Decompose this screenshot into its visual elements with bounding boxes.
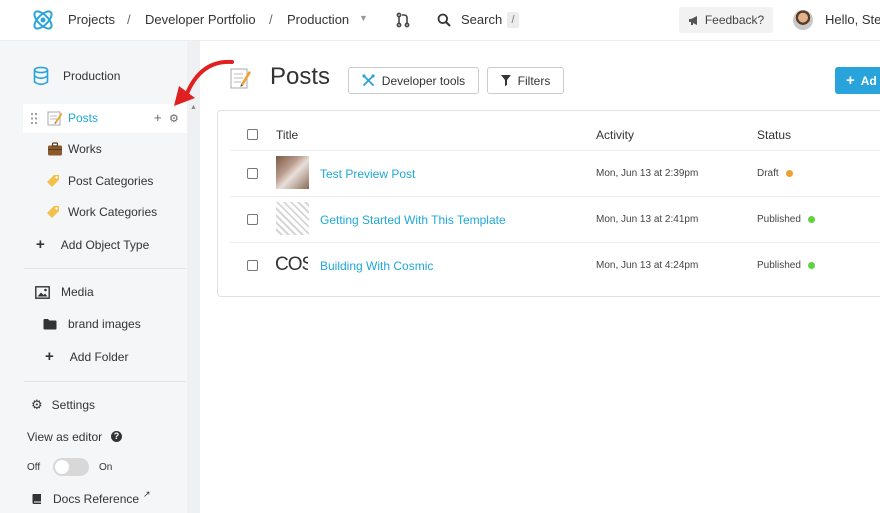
view-as-editor-text: View as editor	[27, 430, 103, 444]
sidebar-item-work-categories-label: Work Categories	[68, 205, 158, 219]
plus-icon: +	[36, 236, 45, 253]
column-header-status[interactable]: Status	[757, 128, 791, 142]
sidebar-item-work-categories[interactable]: Work Categories	[45, 204, 157, 220]
add-object-type-button[interactable]: + Add Object Type	[36, 236, 149, 253]
sidebar-divider	[24, 381, 186, 382]
toggle-on-label: On	[99, 462, 113, 473]
row-checkbox[interactable]	[247, 260, 258, 271]
post-thumbnail[interactable]	[276, 202, 309, 235]
post-title-link[interactable]: Building With Cosmic	[320, 259, 433, 273]
external-link-icon: ↗	[143, 488, 151, 499]
feedback-button[interactable]: Feedback?	[679, 7, 773, 33]
add-post-label: Ad	[860, 73, 877, 88]
sidebar-item-media-label: Media	[61, 285, 94, 299]
book-icon	[32, 494, 41, 504]
sidebar-bucket-label: Production	[63, 69, 121, 83]
sidebar-folder-label: brand images	[68, 317, 141, 331]
sidebar-item-settings[interactable]: ⚙ Settings	[31, 397, 95, 413]
top-bar: Projects / Developer Portfolio / Product…	[0, 0, 880, 41]
developer-tools-button[interactable]: Developer tools	[348, 67, 479, 94]
docs-reference-link[interactable]: Docs Reference ↗	[31, 488, 151, 506]
status-badge: Published	[757, 260, 815, 271]
add-post-icon[interactable]: +	[154, 110, 162, 125]
post-title-link[interactable]: Getting Started With This Template	[320, 213, 506, 227]
breadcrumb-production[interactable]: Production	[287, 12, 349, 27]
post-thumbnail[interactable]	[276, 156, 309, 189]
image-icon	[35, 285, 50, 299]
sidebar-item-post-categories[interactable]: Post Categories	[45, 173, 153, 189]
database-icon	[33, 66, 49, 86]
column-header-activity[interactable]: Activity	[596, 128, 634, 142]
avatar[interactable]	[793, 10, 813, 30]
status-badge: Published	[757, 214, 815, 225]
add-post-button[interactable]: + Ad	[835, 67, 880, 94]
search-label[interactable]: Search	[461, 12, 502, 27]
filters-button[interactable]: Filters	[487, 67, 564, 94]
filters-label: Filters	[517, 73, 551, 88]
annotation-arrow-icon	[174, 59, 234, 106]
breadcrumb-separator: /	[269, 12, 273, 27]
sidebar-item-posts-label[interactable]: Posts	[68, 111, 98, 125]
tag-icon	[47, 206, 59, 218]
tools-icon	[362, 74, 375, 86]
memo-icon	[47, 111, 63, 126]
add-object-type-label: Add Object Type	[60, 237, 150, 252]
sidebar-item-post-categories-label: Post Categories	[68, 174, 154, 188]
search-icon[interactable]	[437, 13, 451, 27]
view-as-editor-label: View as editor	[27, 430, 102, 444]
sidebar-item-works-label: Works	[68, 142, 102, 156]
toggle-knob[interactable]	[55, 460, 69, 474]
status-dot-icon	[807, 262, 815, 269]
add-folder-button[interactable]: + Add Folder	[45, 348, 128, 365]
plus-icon: +	[45, 348, 54, 365]
post-activity: Mon, Jun 13 at 2:39pm	[596, 168, 699, 179]
post-title-link[interactable]: Test Preview Post	[320, 167, 415, 181]
folder-icon	[43, 319, 57, 330]
row-checkbox[interactable]	[247, 168, 258, 179]
breadcrumb-developer-portfolio[interactable]: Developer Portfolio	[145, 12, 256, 27]
briefcase-icon	[48, 142, 62, 156]
add-folder-label: Add Folder	[69, 349, 129, 364]
sidebar-item-settings-label: Settings	[51, 398, 96, 412]
row-divider	[230, 196, 880, 197]
page-title: Posts	[270, 63, 331, 90]
toggle-off-label: Off	[27, 462, 41, 473]
select-all-checkbox[interactable]	[247, 129, 258, 140]
user-greeting[interactable]: Hello, Ste	[825, 12, 880, 27]
breadcrumb-separator: /	[127, 12, 131, 27]
status-label: Published	[757, 260, 801, 271]
column-header-title[interactable]: Title	[276, 128, 298, 142]
row-divider	[230, 150, 880, 151]
feedback-label: Feedback?	[704, 13, 765, 27]
developer-tools-label: Developer tools	[381, 73, 466, 88]
breadcrumb-projects[interactable]: Projects	[68, 12, 115, 27]
gear-icon: ⚙	[31, 397, 43, 412]
status-badge: Draft	[757, 168, 793, 179]
git-merge-icon[interactable]	[395, 12, 411, 28]
search-shortcut-key: /	[507, 12, 519, 28]
post-activity: Mon, Jun 13 at 4:24pm	[596, 260, 699, 271]
sidebar-item-works[interactable]: Works	[47, 142, 102, 156]
sidebar-bucket-production[interactable]: Production	[33, 66, 120, 86]
cosmic-logo-icon[interactable]	[30, 7, 56, 33]
sidebar-item-media[interactable]: Media	[35, 285, 94, 299]
drag-handle-icon[interactable]	[30, 112, 38, 125]
status-dot-icon	[807, 216, 815, 223]
filter-icon	[500, 75, 511, 86]
chevron-down-icon[interactable]: ▼	[359, 13, 368, 23]
tag-icon	[47, 175, 59, 187]
status-label: Draft	[757, 168, 779, 179]
status-dot-icon	[785, 170, 793, 177]
help-circle-icon[interactable]: ?	[111, 431, 122, 442]
post-activity: Mon, Jun 13 at 2:41pm	[596, 214, 699, 225]
post-thumbnail[interactable]: COS	[275, 248, 308, 281]
row-divider	[230, 242, 880, 243]
row-checkbox[interactable]	[247, 214, 258, 225]
plus-icon: +	[846, 72, 855, 89]
sidebar-folder-brand-images[interactable]: brand images	[43, 317, 141, 331]
docs-reference-label: Docs Reference	[53, 492, 140, 506]
sidebar-divider	[24, 268, 186, 269]
megaphone-icon	[688, 15, 697, 25]
status-label: Published	[757, 214, 801, 225]
